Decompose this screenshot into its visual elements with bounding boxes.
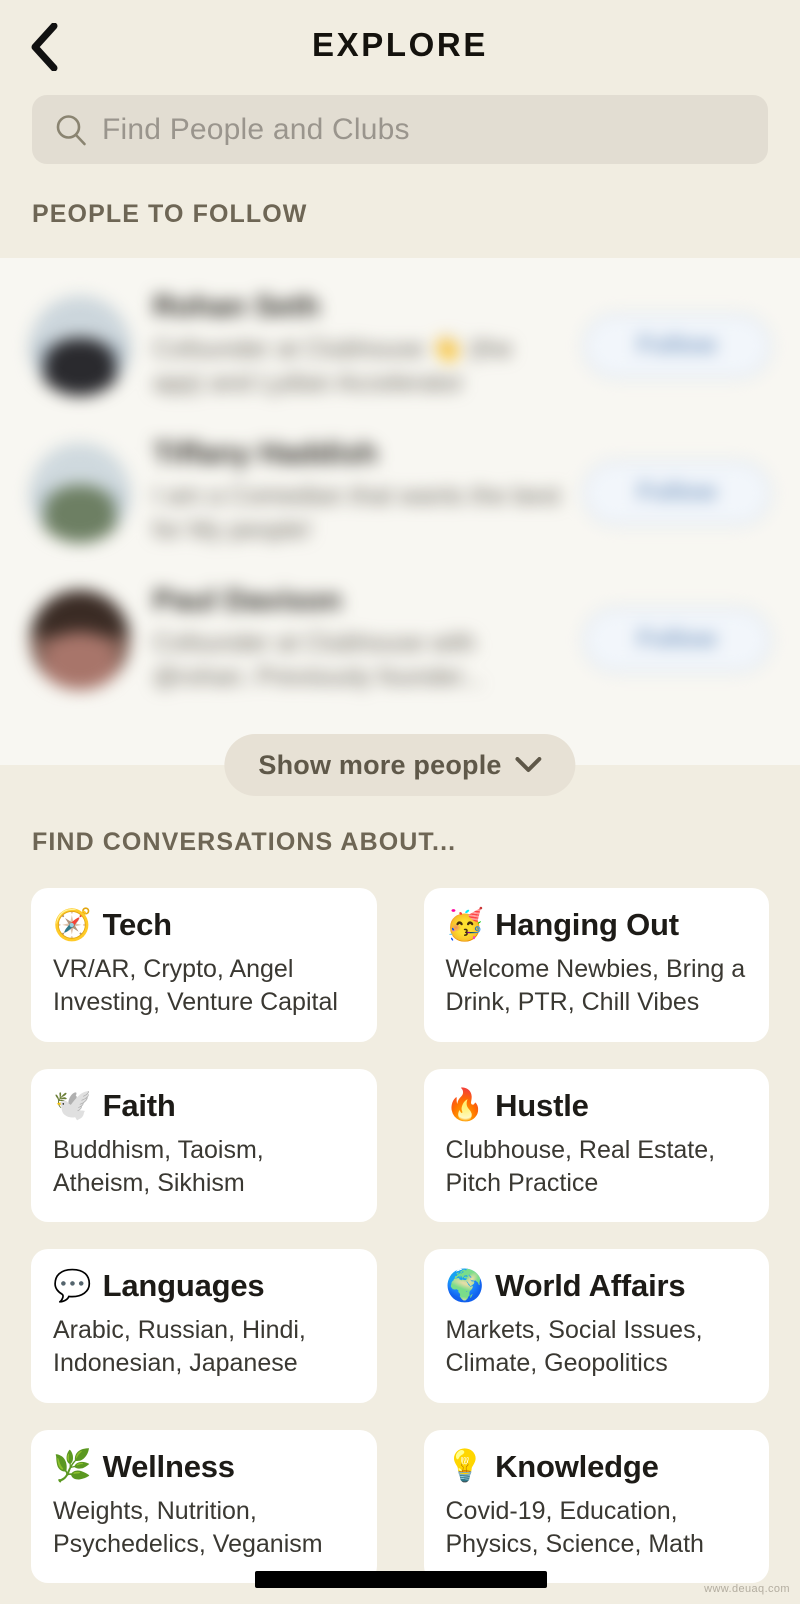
fire-emoji: 🔥 <box>445 1087 485 1123</box>
topic-card-tech[interactable]: 🧭 Tech VR/AR, Crypto, Angel Investing, V… <box>31 888 377 1042</box>
dove-emoji: 🕊️ <box>53 1087 92 1123</box>
follow-button[interactable]: Follow <box>584 608 770 671</box>
redaction-bar <box>255 1571 547 1588</box>
topic-card-world-affairs[interactable]: 🌍 World Affairs Markets, Social Issues, … <box>423 1249 769 1403</box>
topics-section-title: FIND CONVERSATIONS ABOUT... <box>32 828 457 856</box>
app-header: EXPLORE <box>0 0 800 95</box>
topics-section: FIND CONVERSATIONS ABOUT... 🧭 Tech VR/AR… <box>0 765 800 1583</box>
topic-card-faith[interactable]: 🕊️ Faith Buddhism, Taoism, Atheism, Sikh… <box>31 1068 377 1222</box>
topic-name: Knowledge <box>495 1448 659 1484</box>
topic-header: 🕊️ Faith <box>53 1088 355 1124</box>
list-item[interactable]: Rohan Seth Cofounder at Clubhouse 👋 (the… <box>0 272 800 419</box>
topic-header: 💡 Knowledge <box>446 1449 748 1485</box>
follow-button-label: Follow <box>637 625 717 653</box>
avatar <box>30 442 130 543</box>
person-bio: Cofounder at Clubhouse with @rohan. Prev… <box>153 629 483 691</box>
topic-card-knowledge[interactable]: 💡 Knowledge Covid-19, Education, Physics… <box>423 1429 769 1583</box>
page-title: EXPLORE <box>312 26 488 63</box>
partying-face-emoji: 🥳 <box>445 906 485 943</box>
topic-header: 🔥 Hustle <box>446 1088 748 1124</box>
person-bio: Cofounder at Clubhouse 👋 (the app) and L… <box>153 335 513 397</box>
follow-button-label: Follow <box>637 331 717 359</box>
person-info: Tiffany Haddish I am a Comedian that wan… <box>153 437 584 548</box>
search-icon <box>54 113 88 147</box>
topic-card-hanging-out[interactable]: 🥳 Hanging Out Welcome Newbies, Bring a D… <box>423 888 769 1042</box>
people-to-follow-list: Rohan Seth Cofounder at Clubhouse 👋 (the… <box>0 258 800 765</box>
show-more-people-label: Show more people <box>258 749 502 780</box>
topic-name: Wellness <box>102 1448 235 1484</box>
person-name: Rohan Seth <box>153 290 320 324</box>
watermark: www.deuaq.com <box>704 1583 790 1595</box>
search-placeholder: Find People and Clubs <box>102 112 410 146</box>
chevron-down-icon <box>515 757 542 773</box>
person-bio: I am a Comedian that wants the best for … <box>153 482 561 544</box>
avatar <box>30 295 130 396</box>
avatar <box>30 589 130 690</box>
topic-description: Weights, Nutrition, Psychedelics, Vegani… <box>53 1496 323 1558</box>
person-info: Paul Davison Cofounder at Clubhouse with… <box>153 584 584 695</box>
topic-description: Markets, Social Issues, Climate, Geopoli… <box>445 1316 703 1378</box>
topic-header: 🌍 World Affairs <box>446 1268 748 1304</box>
list-item[interactable]: Paul Davison Cofounder at Clubhouse with… <box>0 566 800 713</box>
topic-description: Welcome Newbies, Bring a Drink, PTR, Chi… <box>445 955 746 1017</box>
topic-header: 🥳 Hanging Out <box>446 907 748 943</box>
topic-card-wellness[interactable]: 🌿 Wellness Weights, Nutrition, Psychedel… <box>31 1429 377 1583</box>
topic-name: Tech <box>102 907 172 942</box>
topic-description: VR/AR, Crypto, Angel Investing, Venture … <box>53 955 338 1017</box>
topic-card-languages[interactable]: 💬 Languages Arabic, Russian, Hindi, Indo… <box>31 1249 377 1403</box>
follow-button[interactable]: Follow <box>584 314 770 377</box>
person-name: Tiffany Haddish <box>153 437 378 471</box>
person-info: Rohan Seth Cofounder at Clubhouse 👋 (the… <box>153 290 584 401</box>
light-bulb-emoji: 💡 <box>445 1448 485 1484</box>
topic-description: Buddhism, Taoism, Atheism, Sikhism <box>53 1135 264 1197</box>
people-section-title: PEOPLE TO FOLLOW <box>32 200 308 228</box>
topic-name: World Affairs <box>495 1268 686 1303</box>
topic-name: Languages <box>102 1268 265 1303</box>
topic-header: 💬 Languages <box>53 1268 355 1304</box>
follow-button-label: Follow <box>637 478 717 506</box>
list-item[interactable]: Tiffany Haddish I am a Comedian that wan… <box>0 419 800 566</box>
topic-name: Hanging Out <box>495 907 679 942</box>
topic-header: 🌿 Wellness <box>53 1449 355 1485</box>
search-input[interactable]: Find People and Clubs <box>32 95 768 164</box>
topic-description: Covid-19, Education, Physics, Science, M… <box>445 1496 704 1558</box>
search-container: Find People and Clubs <box>0 95 800 200</box>
topic-card-hustle[interactable]: 🔥 Hustle Clubhouse, Real Estate, Pitch P… <box>423 1068 769 1222</box>
topic-description: Clubhouse, Real Estate, Pitch Practice <box>445 1135 716 1197</box>
topic-name: Hustle <box>495 1087 589 1123</box>
compass-emoji: 🧭 <box>53 906 92 943</box>
person-name: Paul Davison <box>153 584 342 618</box>
topic-description: Arabic, Russian, Hindi, Indonesian, Japa… <box>53 1316 306 1378</box>
topic-header: 🧭 Tech <box>53 907 355 943</box>
speech-balloon-emoji: 💬 <box>53 1267 92 1304</box>
globe-europe-africa-emoji: 🌍 <box>445 1267 485 1304</box>
herb-emoji: 🌿 <box>53 1448 92 1484</box>
follow-button[interactable]: Follow <box>584 461 770 524</box>
topics-grid: 🧭 Tech VR/AR, Crypto, Angel Investing, V… <box>0 888 800 1583</box>
show-more-people-button[interactable]: Show more people <box>224 734 576 796</box>
topic-name: Faith <box>102 1087 176 1123</box>
